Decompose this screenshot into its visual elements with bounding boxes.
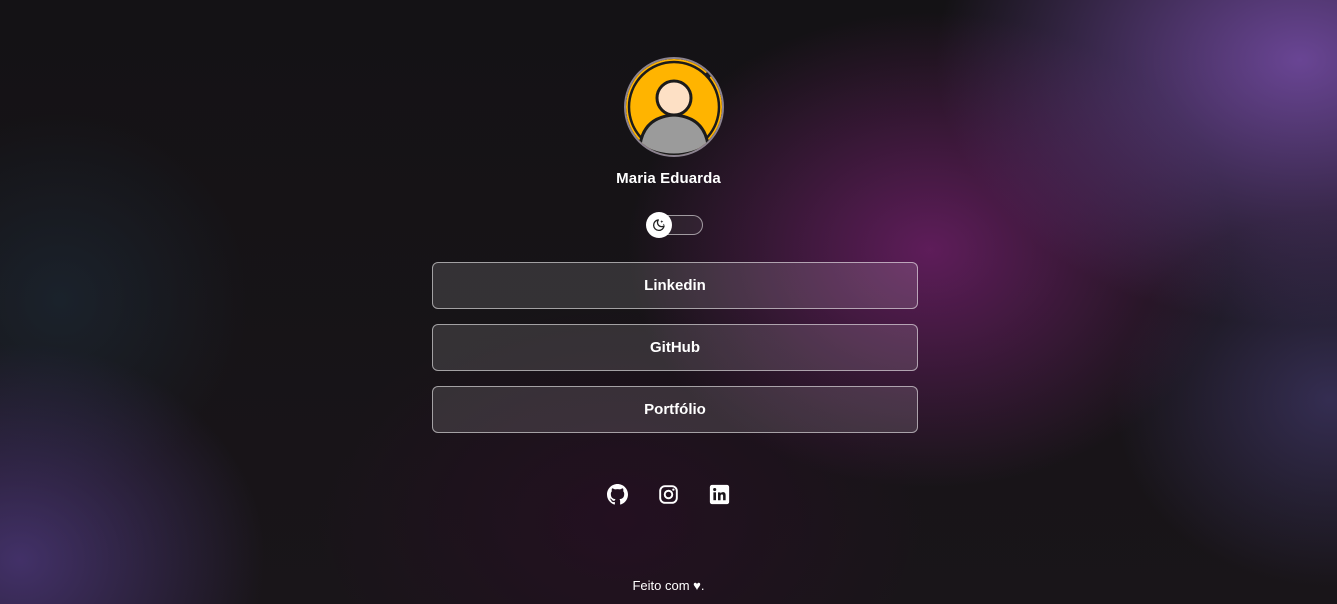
footer-text: Feito com ♥. — [632, 578, 705, 593]
theme-toggle-knob[interactable] — [646, 212, 672, 238]
user-avatar-icon — [626, 59, 722, 155]
theme-toggle[interactable] — [646, 212, 703, 238]
link-list: Linkedin GitHub Portfólio — [432, 262, 918, 448]
github-icon[interactable] — [607, 484, 628, 505]
moon-stars-icon — [652, 219, 665, 232]
portfolio-link-button[interactable]: Portfólio — [432, 386, 918, 433]
social-links — [0, 484, 1337, 505]
github-link-button[interactable]: GitHub — [432, 324, 918, 371]
link-page: Maria Eduarda Linkedin GitHub Portfólio — [0, 0, 1337, 604]
linkedin-icon[interactable] — [709, 484, 730, 505]
profile-name: Maria Eduarda — [616, 170, 721, 187]
instagram-icon[interactable] — [658, 484, 679, 505]
linkedin-link-button[interactable]: Linkedin — [432, 262, 918, 309]
avatar[interactable] — [624, 57, 724, 157]
